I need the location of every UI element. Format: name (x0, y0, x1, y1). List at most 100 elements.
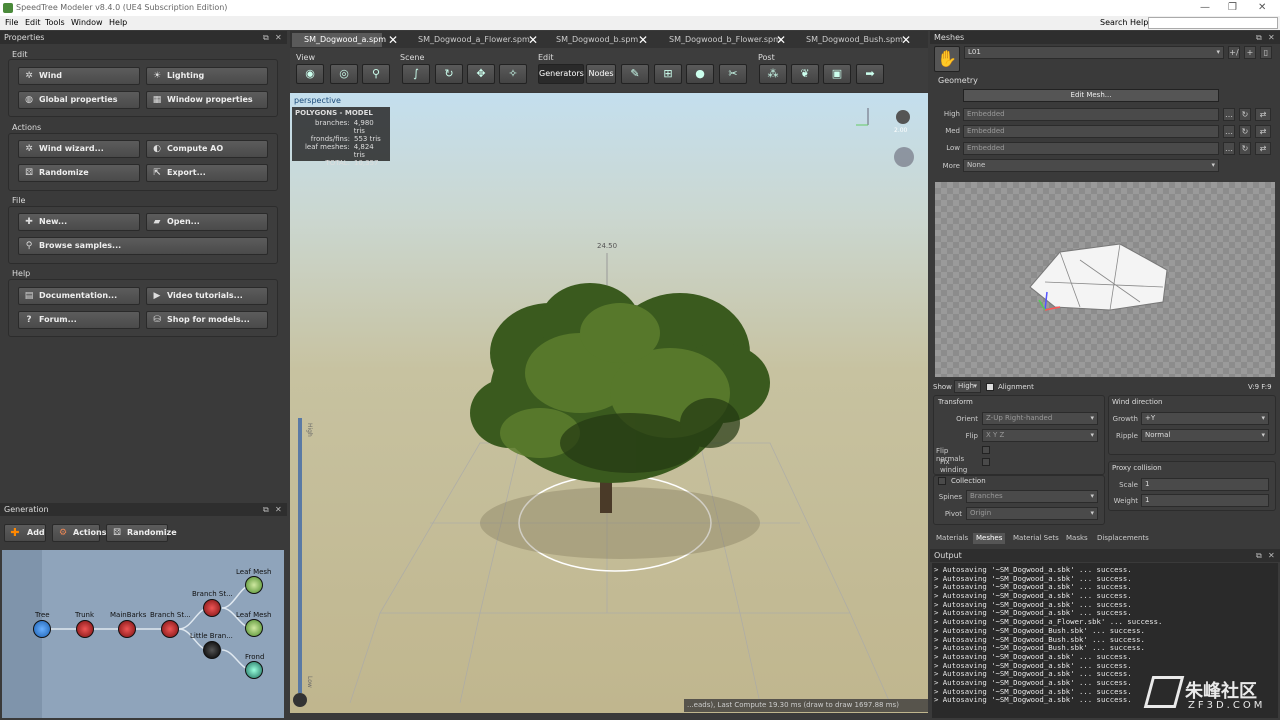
add-lod-icon[interactable]: + (1244, 46, 1256, 59)
compute-ao-button[interactable]: ◐ Compute AO (146, 140, 268, 158)
high-mesh-field[interactable]: Embedded (963, 108, 1219, 121)
prune-tool-icon[interactable]: ✂ (719, 64, 747, 84)
actions-button[interactable]: ⚙ Actions (52, 524, 106, 542)
show-select[interactable]: High (954, 380, 981, 393)
browse-icon[interactable]: … (1223, 142, 1235, 155)
menu-file[interactable]: File (5, 18, 18, 27)
browse-samples-button[interactable]: ⚲ Browse samples... (18, 237, 268, 255)
zoom-view-icon[interactable]: ⚲ (362, 64, 390, 84)
lod-toggle-icon[interactable]: +/ (1228, 46, 1240, 59)
tab-sm-dogwood-a-flower[interactable]: SM_Dogwood_a_Flower.spm (418, 33, 530, 47)
globe-view-icon[interactable]: ◉ (296, 64, 324, 84)
branch-node-1[interactable] (161, 620, 179, 638)
trunk-node[interactable] (76, 620, 94, 638)
float-icon[interactable]: ⧉ (263, 503, 269, 516)
image-icon[interactable]: ▣ (823, 64, 851, 84)
more-select[interactable]: None (963, 159, 1219, 172)
close-icon[interactable]: ✕ (275, 503, 282, 516)
leaf-mesh-node-2[interactable] (245, 619, 263, 637)
weight-field[interactable]: 1 (1141, 494, 1269, 507)
forum-button[interactable]: ? Forum... (18, 311, 140, 329)
tab-displacements[interactable]: Displacements (1094, 533, 1152, 544)
cluster-icon[interactable]: ⁂ (759, 64, 787, 84)
shop-button[interactable]: ⛁ Shop for models... (146, 311, 268, 329)
tab-masks[interactable]: Masks (1063, 533, 1091, 544)
collection-checkbox[interactable] (938, 477, 946, 485)
documentation-button[interactable]: ▤ Documentation... (18, 287, 140, 305)
menu-tools[interactable]: Tools (45, 18, 65, 27)
growth-select[interactable]: +Y (1141, 412, 1269, 425)
menu-help[interactable]: Help (109, 18, 127, 27)
wind-wizard-button[interactable]: ✲ Wind wizard... (18, 140, 140, 158)
close-tab-icon[interactable]: ✕ (901, 33, 911, 47)
close-tab-icon[interactable]: ✕ (528, 33, 538, 47)
orient-select[interactable]: Z-Up Right-handed (982, 412, 1098, 425)
browse-icon[interactable]: … (1223, 125, 1235, 138)
add-node-icon[interactable]: ⊞ (654, 64, 682, 84)
float-icon[interactable]: ⧉ (1256, 549, 1262, 562)
little-branch-node[interactable] (203, 641, 221, 659)
leaf-icon[interactable]: ❦ (791, 64, 819, 84)
edit-mesh-button[interactable]: Edit Mesh... (963, 89, 1219, 102)
nodes-button[interactable]: Nodes (586, 64, 616, 84)
browse-icon[interactable]: … (1223, 108, 1235, 121)
close-icon[interactable]: ✕ (1268, 549, 1275, 562)
eye-view-icon[interactable]: ◎ (330, 64, 358, 84)
mainbarks-node[interactable] (118, 620, 136, 638)
minimize-icon[interactable]: — (1200, 2, 1210, 13)
close-icon[interactable]: ✕ (1258, 2, 1266, 13)
global-properties-button[interactable]: ◍ Global properties (18, 91, 140, 109)
close-icon[interactable]: ✕ (1268, 31, 1275, 44)
reload-icon[interactable]: ↻ (1239, 108, 1251, 121)
search-help-input[interactable] (1148, 17, 1278, 29)
lighting-button[interactable]: ☀ Lighting (146, 67, 268, 85)
link-icon[interactable]: ⇄ (1255, 142, 1271, 155)
tab-meshes[interactable]: Meshes (973, 533, 1006, 544)
export-button[interactable]: ⇱ Export... (146, 164, 268, 182)
tab-material-sets[interactable]: Material Sets (1010, 533, 1062, 544)
open-button[interactable]: ▰ Open... (146, 213, 268, 231)
float-icon[interactable]: ⧉ (263, 31, 269, 44)
more-options-icon[interactable] (294, 691, 308, 705)
gen-randomize-button[interactable]: ⚄ Randomize (106, 524, 177, 542)
wind-button[interactable]: ✲ Wind (18, 67, 140, 85)
scale-field[interactable]: 1 (1141, 478, 1269, 491)
reload-icon[interactable]: ↻ (1239, 125, 1251, 138)
lod-select[interactable]: L01 (964, 46, 1224, 59)
window-properties-button[interactable]: ▦ Window properties (146, 91, 268, 109)
menu-window[interactable]: Window (71, 18, 103, 27)
light-tool-icon[interactable]: ✧ (499, 64, 527, 84)
close-tab-icon[interactable]: ✕ (388, 33, 398, 47)
video-tutorials-button[interactable]: ▶ Video tutorials... (146, 287, 268, 305)
new-button[interactable]: ✚ New... (18, 213, 140, 231)
close-tab-icon[interactable]: ✕ (776, 33, 786, 47)
delete-lod-icon[interactable]: ▯ (1260, 46, 1272, 59)
randomize-button[interactable]: ⚄ Randomize (18, 164, 140, 182)
flip-select[interactable]: X Y Z (982, 429, 1098, 442)
frond-node[interactable] (245, 661, 263, 679)
tab-materials[interactable]: Materials (933, 533, 971, 544)
restore-icon[interactable]: ❐ (1228, 2, 1237, 13)
pivot-select[interactable]: Origin (966, 507, 1098, 520)
tab-sm-dogwood-b-flower[interactable]: SM_Dogwood_b_Flower.spm (669, 33, 781, 47)
generators-button[interactable]: Generators (538, 64, 584, 84)
tree-node[interactable] (33, 620, 51, 638)
flip-normals-checkbox[interactable] (982, 446, 990, 454)
generation-graph[interactable]: Tree Trunk MainBarks Branch St... Branch… (2, 550, 284, 718)
fix-winding-checkbox[interactable] (982, 458, 990, 466)
tab-sm-dogwood-b[interactable]: SM_Dogwood_b.spm (556, 33, 638, 47)
link-icon[interactable]: ⇄ (1255, 125, 1271, 138)
med-mesh-field[interactable]: Embedded (963, 125, 1219, 138)
low-mesh-field[interactable]: Embedded (963, 142, 1219, 155)
tab-sm-dogwood-a[interactable]: SM_Dogwood_a.spm (292, 33, 386, 47)
spines-select[interactable]: Branches (966, 490, 1098, 503)
menu-edit[interactable]: Edit (25, 18, 41, 27)
viewport[interactable]: perspective POLYGONS - MODEL branches: 4,… (290, 93, 928, 713)
mesh-preview[interactable] (935, 182, 1275, 377)
branch-node-2[interactable] (203, 599, 221, 617)
link-icon[interactable]: ⇄ (1255, 108, 1271, 121)
wind-fan-icon[interactable] (900, 145, 924, 169)
alignment-checkbox[interactable] (986, 383, 994, 391)
hand-icon[interactable]: ✋ (934, 46, 960, 72)
leaf-mesh-node-1[interactable] (245, 576, 263, 594)
